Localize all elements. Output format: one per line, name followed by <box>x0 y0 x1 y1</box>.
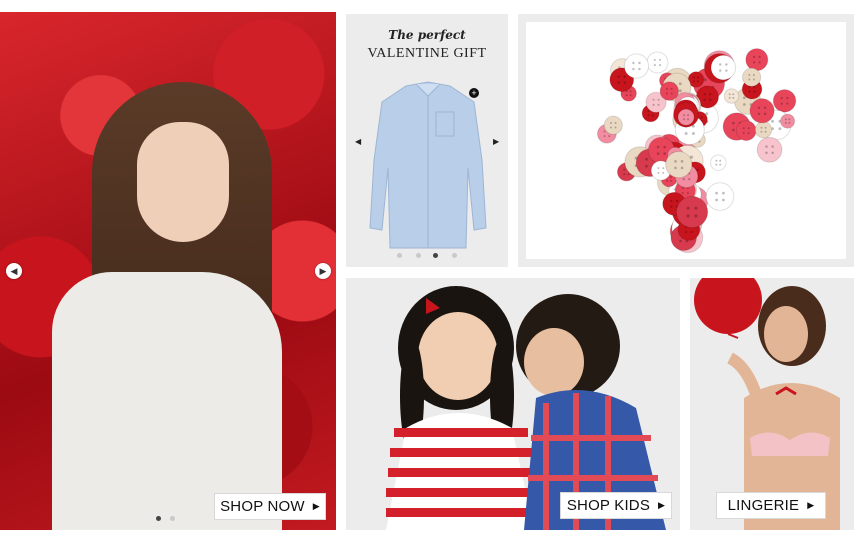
button-piece <box>710 54 737 81</box>
button-piece <box>742 67 762 87</box>
button-piece <box>623 53 650 79</box>
shop-now-button[interactable]: SHOP NOW ▶ <box>214 493 326 520</box>
button-piece <box>723 88 740 104</box>
carousel-next-arrow-icon[interactable]: ▶ <box>315 263 331 279</box>
button-piece <box>749 98 775 124</box>
plus-icon[interactable]: + <box>469 88 479 98</box>
button-piece <box>735 120 757 141</box>
heart-of-buttons-image <box>596 48 797 254</box>
lingerie-banner[interactable]: LINGERIE ▶ <box>690 278 854 530</box>
button-piece <box>754 121 773 139</box>
carousel-prev-arrow-icon[interactable]: ◀ <box>6 263 22 279</box>
carousel-dot-2[interactable] <box>170 516 175 521</box>
button-piece <box>705 182 735 211</box>
button-piece <box>772 89 797 113</box>
chevron-right-icon: ▶ <box>807 500 815 510</box>
shop-kids-button[interactable]: SHOP KIDS ▶ <box>560 492 672 519</box>
chevron-right-icon: ▶ <box>312 501 320 511</box>
lingerie-button[interactable]: LINGERIE ▶ <box>716 492 826 519</box>
button-piece <box>780 113 796 129</box>
shop-kids-label: SHOP KIDS <box>566 497 651 514</box>
button-piece <box>659 81 680 101</box>
button-piece <box>677 108 695 126</box>
button-piece <box>603 115 623 135</box>
button-piece <box>646 51 669 74</box>
button-piece <box>665 150 693 179</box>
lingerie-label: LINGERIE <box>727 497 800 514</box>
button-piece <box>756 136 783 163</box>
shop-now-label: SHOP NOW <box>220 498 305 515</box>
heart-buttons-banner[interactable] <box>518 14 854 267</box>
chevron-right-icon: ▶ <box>658 500 666 510</box>
carousel-prev-icon[interactable]: ◀ <box>355 137 361 146</box>
carousel-dot-2[interactable] <box>416 253 421 258</box>
button-piece <box>710 154 727 171</box>
blue-shirt-image <box>369 81 487 249</box>
gift-title-line2: VALENTINE GIFT <box>367 46 487 61</box>
carousel-dot-1[interactable] <box>397 253 402 258</box>
carousel-dot-1[interactable] <box>156 516 161 521</box>
gift-title-line1: The perfect <box>388 28 466 42</box>
carousel-dot-4[interactable] <box>452 253 457 258</box>
kids-banner[interactable]: SHOP KIDS ▶ <box>346 278 680 530</box>
hero-banner[interactable]: ◀ ▶ SHOP NOW ▶ <box>0 12 336 530</box>
button-piece <box>675 195 709 229</box>
carousel-next-icon[interactable]: ▶ <box>493 137 499 146</box>
valentine-gift-carousel[interactable]: The perfect VALENTINE GIFT + ◀ ▶ <box>346 14 508 267</box>
woman-photo <box>52 82 292 530</box>
carousel-dot-3[interactable] <box>433 253 438 258</box>
button-piece <box>745 48 769 72</box>
